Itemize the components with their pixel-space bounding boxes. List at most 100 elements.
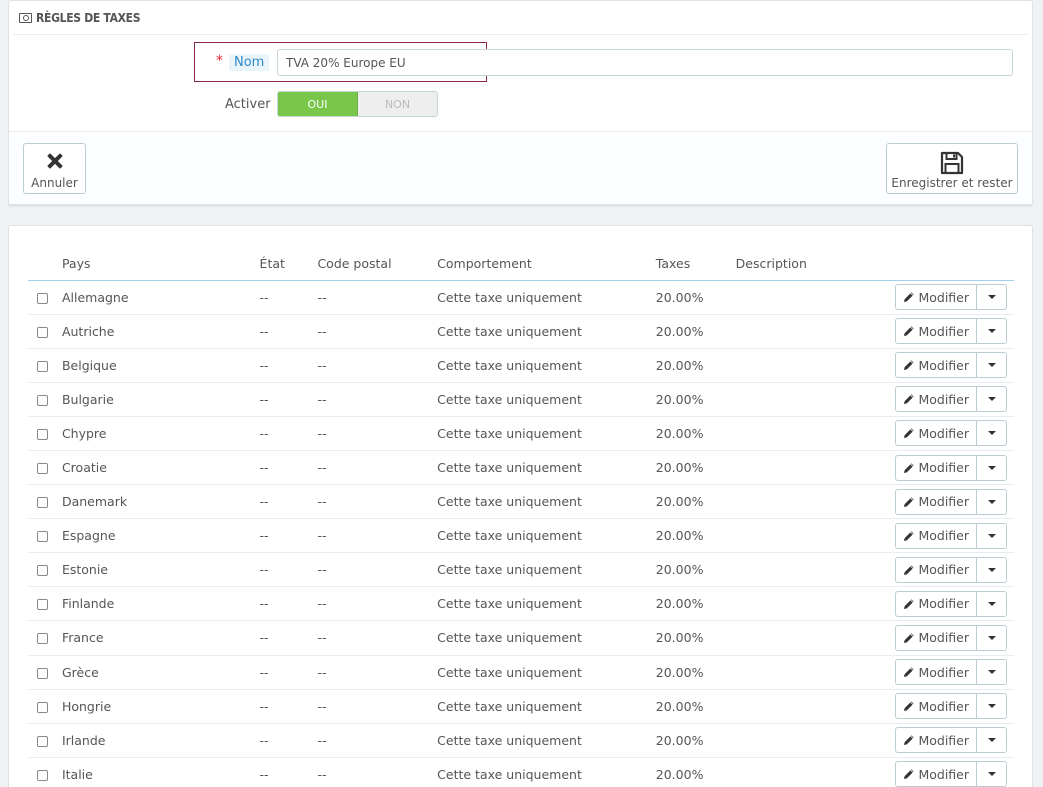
country-cell: Italie — [61, 757, 260, 787]
panel-title: RÈGLES DE TAXES — [36, 11, 141, 25]
row-checkbox[interactable] — [37, 360, 48, 372]
edit-label: Modifier — [918, 766, 969, 782]
behavior-cell: Cette taxe uniquement — [437, 518, 656, 554]
column-header-description[interactable]: Description — [735, 251, 896, 281]
actions-dropdown-toggle[interactable] — [977, 556, 1007, 583]
edit-button[interactable]: Modifier — [895, 488, 977, 515]
actions-dropdown-toggle[interactable] — [977, 624, 1007, 651]
actions-dropdown-toggle[interactable] — [977, 318, 1007, 345]
description-cell — [735, 348, 896, 383]
column-header-state[interactable]: État — [259, 251, 318, 281]
switch-option-no[interactable]: NON — [358, 92, 437, 116]
actions-dropdown-toggle[interactable] — [977, 420, 1007, 447]
row-checkbox[interactable] — [37, 394, 48, 406]
zip-cell: -- — [317, 723, 438, 758]
edit-button[interactable]: Modifier — [895, 284, 977, 311]
row-select-cell — [28, 689, 62, 724]
edit-button[interactable]: Modifier — [895, 624, 977, 651]
zip-cell: -- — [317, 586, 438, 622]
edit-button[interactable]: Modifier — [895, 454, 977, 481]
row-actions: Modifier — [895, 420, 1007, 447]
column-header-zip[interactable]: Code postal — [317, 251, 438, 281]
actions-dropdown-toggle[interactable] — [977, 659, 1007, 686]
row-checkbox[interactable] — [37, 667, 48, 679]
actions-dropdown-toggle[interactable] — [977, 284, 1007, 311]
row-checkbox[interactable] — [37, 701, 48, 713]
row-checkbox[interactable] — [37, 735, 48, 747]
row-checkbox[interactable] — [37, 531, 48, 543]
row-checkbox[interactable] — [37, 497, 48, 509]
state-cell: -- — [259, 416, 318, 451]
row-checkbox[interactable] — [37, 463, 48, 475]
edit-button[interactable]: Modifier — [895, 352, 977, 379]
row-checkbox[interactable] — [37, 769, 48, 781]
edit-button[interactable]: Modifier — [895, 659, 977, 686]
row-checkbox[interactable] — [37, 599, 48, 611]
state-cell: -- — [259, 280, 318, 315]
edit-button[interactable]: Modifier — [895, 556, 977, 583]
caret-down-icon — [987, 635, 996, 640]
caret-down-icon — [987, 670, 996, 675]
country-cell: Estonie — [61, 552, 260, 588]
actions-cell: Modifier — [895, 314, 1014, 349]
actions-dropdown-toggle[interactable] — [977, 590, 1007, 617]
actions-cell: Modifier — [895, 655, 1014, 690]
actions-dropdown-toggle[interactable] — [977, 352, 1007, 379]
row-select-cell — [28, 586, 62, 622]
actions-cell: Modifier — [895, 416, 1014, 451]
activate-switch[interactable]: OUI NON — [277, 91, 438, 117]
description-cell — [735, 518, 896, 554]
row-checkbox[interactable] — [37, 292, 48, 304]
zip-cell: -- — [317, 518, 438, 554]
behavior-cell: Cette taxe uniquement — [437, 450, 656, 486]
edit-button[interactable]: Modifier — [895, 727, 977, 754]
edit-button[interactable]: Modifier — [895, 590, 977, 617]
row-actions: Modifier — [895, 488, 1007, 515]
row-select-cell — [28, 757, 62, 787]
close-icon — [46, 153, 63, 169]
row-checkbox[interactable] — [37, 326, 48, 338]
pencil-icon — [904, 769, 915, 780]
actions-dropdown-toggle[interactable] — [977, 727, 1007, 754]
actions-cell: Modifier — [895, 450, 1014, 486]
edit-button[interactable]: Modifier — [895, 522, 977, 549]
switch-option-yes[interactable]: OUI — [278, 92, 358, 116]
edit-button[interactable]: Modifier — [895, 761, 977, 787]
edit-button[interactable]: Modifier — [895, 420, 977, 447]
zip-cell: -- — [317, 348, 438, 383]
edit-button[interactable]: Modifier — [895, 386, 977, 413]
name-input[interactable] — [277, 49, 1013, 76]
edit-label: Modifier — [918, 664, 969, 680]
row-checkbox[interactable] — [37, 428, 48, 440]
row-checkbox[interactable] — [37, 633, 48, 645]
actions-cell: Modifier — [895, 586, 1014, 622]
save-and-stay-button[interactable]: Enregistrer et rester — [886, 143, 1018, 194]
row-actions: Modifier — [895, 284, 1007, 311]
actions-dropdown-toggle[interactable] — [977, 488, 1007, 515]
cancel-button[interactable]: Annuler — [23, 143, 86, 194]
row-checkbox[interactable] — [37, 565, 48, 577]
row-actions: Modifier — [895, 693, 1007, 720]
edit-button[interactable]: Modifier — [895, 693, 977, 720]
country-cell: Espagne — [61, 518, 260, 554]
column-header-behavior[interactable]: Comportement — [437, 251, 656, 281]
table-row: Autriche -- -- Cette taxe uniquement 20.00% M… — [28, 314, 1014, 349]
column-header-country[interactable]: Pays — [61, 251, 260, 281]
actions-dropdown-toggle[interactable] — [977, 761, 1007, 787]
actions-dropdown-toggle[interactable] — [977, 693, 1007, 720]
row-actions: Modifier — [895, 659, 1007, 686]
actions-cell: Modifier — [895, 382, 1014, 417]
zip-cell: -- — [317, 689, 438, 724]
actions-cell: Modifier — [895, 484, 1014, 520]
edit-button[interactable]: Modifier — [895, 318, 977, 345]
actions-dropdown-toggle[interactable] — [977, 386, 1007, 413]
actions-dropdown-toggle[interactable] — [977, 454, 1007, 481]
column-header-tax[interactable]: Taxes — [655, 251, 736, 281]
tax-cell: 20.00% — [655, 552, 736, 588]
behavior-cell: Cette taxe uniquement — [437, 416, 656, 451]
row-actions: Modifier — [895, 590, 1007, 617]
row-actions: Modifier — [895, 352, 1007, 379]
actions-dropdown-toggle[interactable] — [977, 522, 1007, 549]
zip-cell: -- — [317, 314, 438, 349]
column-header-actions — [895, 251, 1014, 281]
